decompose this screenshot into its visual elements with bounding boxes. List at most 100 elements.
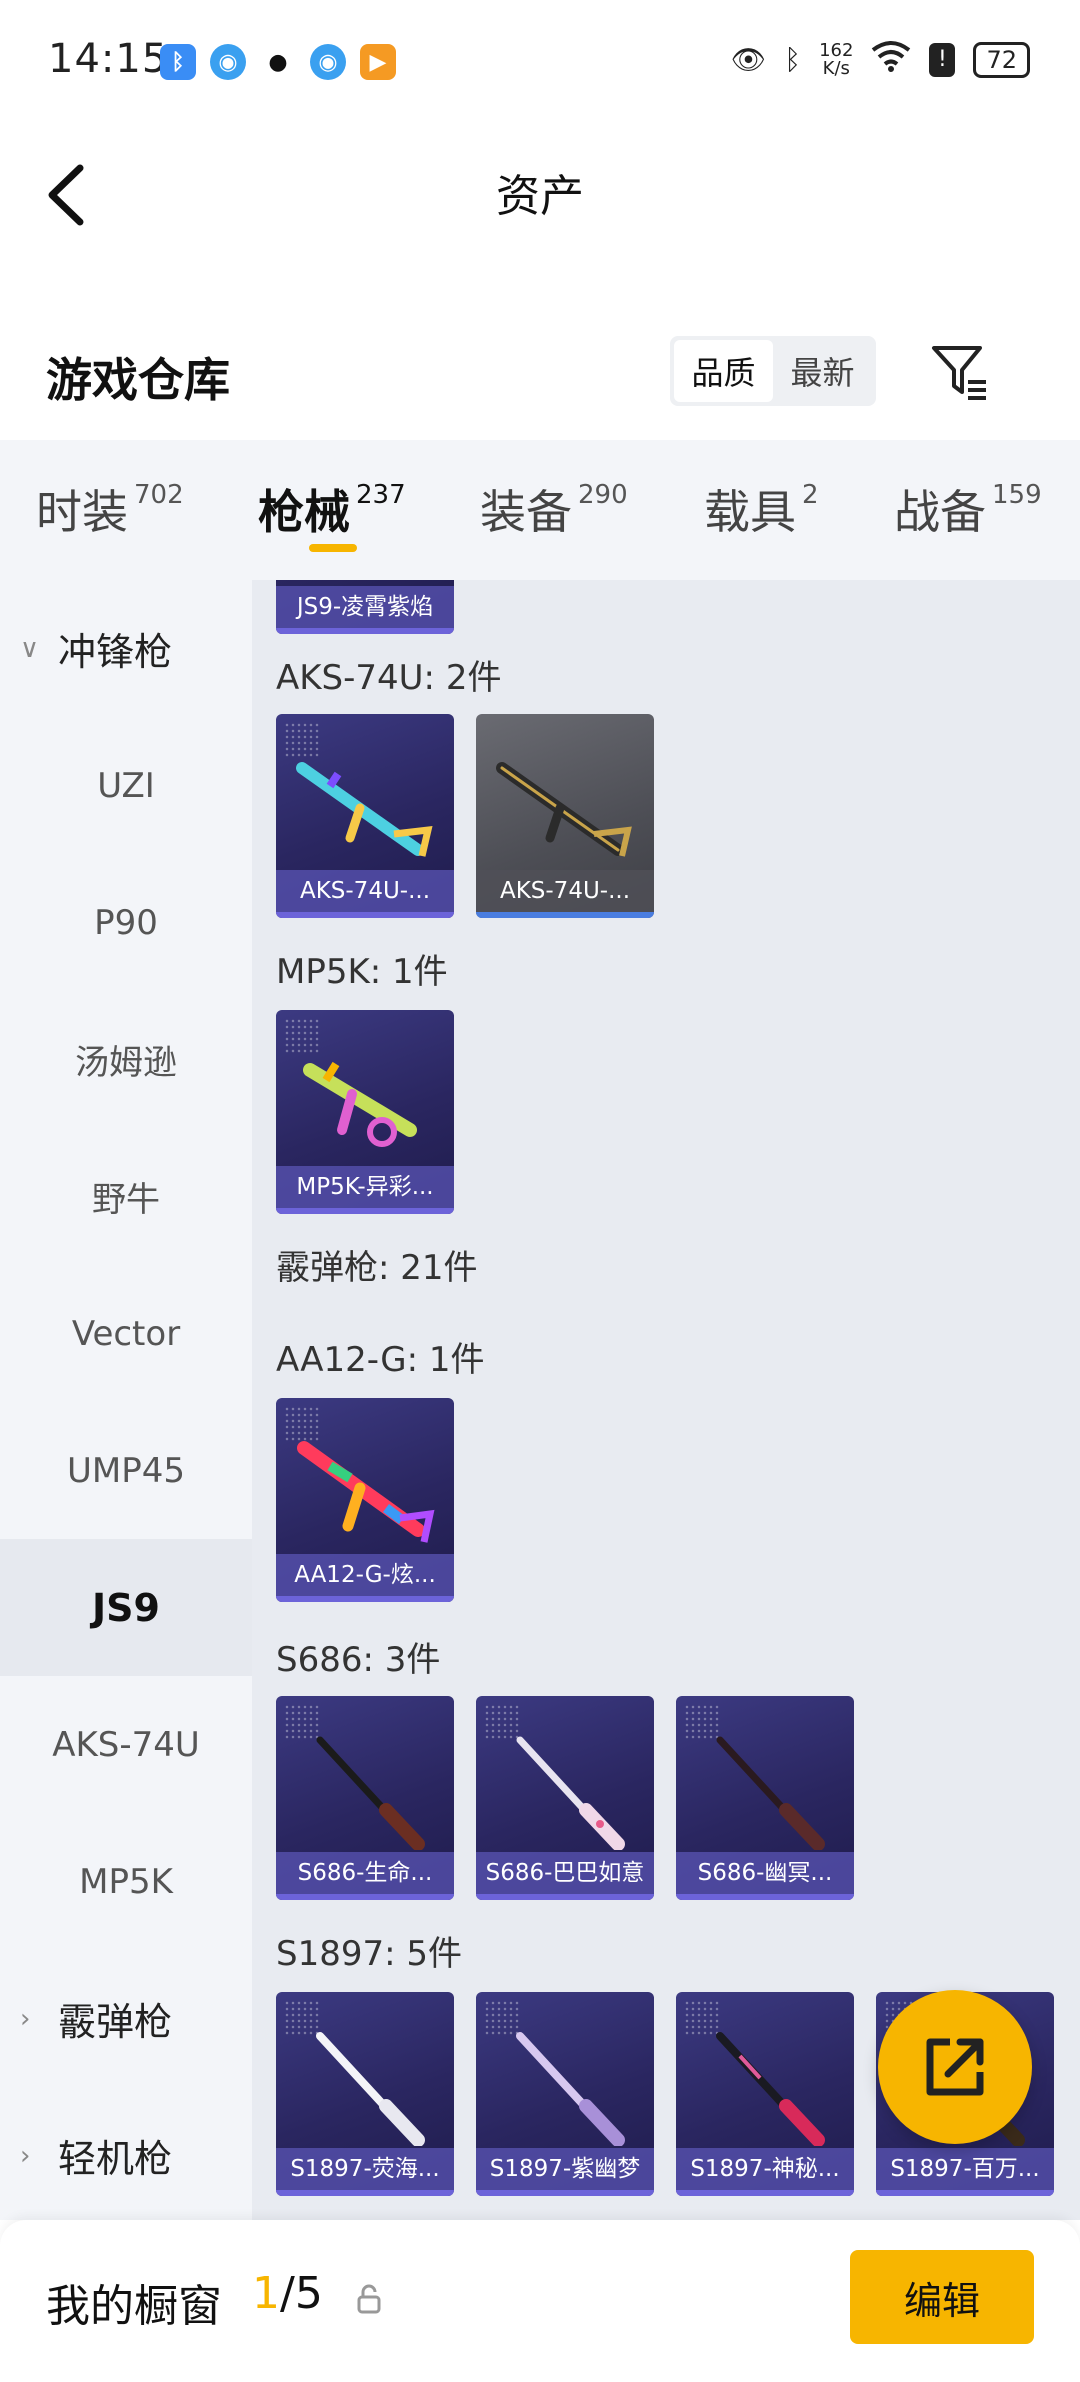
active-tab-indicator [309, 544, 357, 552]
sidebar-group-lmg[interactable]: › 轻机枪 [0, 2087, 252, 2224]
sidebar-item-js9[interactable]: JS9 [0, 1539, 252, 1676]
weapon-card[interactable]: MP5K-异彩... [276, 1010, 454, 1214]
sort-newest-button[interactable]: 最新 [773, 340, 872, 402]
sidebar-group-smg[interactable]: ∨ 冲锋枪 [0, 580, 252, 717]
section-label-aa12: AA12-G: 1件 [276, 1340, 485, 1380]
weapon-card[interactable]: AA12-G-炫... [276, 1398, 454, 1602]
rarity-bar [276, 1596, 454, 1602]
bluetooth-app-icon: ᛒ [160, 44, 196, 80]
showcase-count: 1/5 [252, 2268, 323, 2319]
status-time: 14:15 [48, 36, 169, 82]
filter-icon [932, 346, 986, 400]
rifle-icon [496, 762, 632, 857]
rarity-bar [476, 912, 654, 918]
weapon-card-label: S1897-荧海... [276, 2148, 454, 2190]
tab-guns[interactable]: 枪械 237 [258, 476, 406, 542]
weapon-card-label: JS9-凌霄紫焰 [276, 586, 454, 628]
sidebar-item-thompson[interactable]: 汤姆逊 [0, 991, 252, 1128]
filter-button[interactable] [928, 340, 992, 404]
edit-button[interactable]: 编辑 [850, 2250, 1034, 2344]
weapon-card-label: S1897-紫幽梦 [476, 2148, 654, 2190]
shotgun-icon [316, 1736, 425, 1850]
tab-equipment[interactable]: 装备 290 [480, 476, 628, 542]
lock-icon [357, 2284, 381, 2314]
sidebar-item-mp5k[interactable]: MP5K [0, 1813, 252, 1950]
weapon-card-label: MP5K-异彩... [276, 1166, 454, 1208]
weapon-card[interactable]: S1897-紫幽梦 [476, 1992, 654, 2196]
weapon-grid: JS9-凌霄紫焰 AKS-74U: 2件 AKS-74U-... AKS-74U… [252, 580, 1080, 2220]
rarity-bar [676, 1894, 854, 1900]
rarity-bar [476, 2190, 654, 2196]
wifi-icon [871, 40, 911, 79]
battery-indicator: 72 [973, 41, 1030, 78]
sidebar-item-bizon[interactable]: 野牛 [0, 1128, 252, 1265]
weapon-sidebar: ∨ 冲锋枪 UZI P90 汤姆逊 野牛 Vector UMP45 JS9 AK… [0, 580, 252, 2220]
weapon-card-label: S686-巴巴如意 [476, 1852, 654, 1894]
section-label-mp5k: MP5K: 1件 [276, 952, 448, 992]
shotgun-icon [716, 2032, 825, 2146]
tab-count: 237 [356, 480, 406, 510]
tab-count: 159 [992, 480, 1042, 510]
tab-label: 载具 [704, 485, 796, 539]
weapon-card[interactable]: AKS-74U-... [476, 714, 654, 918]
chevron-right-icon: › [20, 2003, 31, 2034]
net-speed-unit: K/s [822, 57, 850, 79]
tab-count: 2 [802, 480, 819, 510]
weapon-card[interactable]: JS9-凌霄紫焰 [276, 580, 454, 634]
tab-label: 战备 [894, 485, 986, 539]
weapon-card[interactable]: AKS-74U-... [276, 714, 454, 918]
sidebar-item-vector[interactable]: Vector [0, 1265, 252, 1402]
weapon-card-label: S1897-神秘... [676, 2148, 854, 2190]
sidebar-group-shotgun[interactable]: › 霰弹枪 [0, 1950, 252, 2087]
weapon-card[interactable]: S1897-神秘... [676, 1992, 854, 2196]
warehouse-title: 游戏仓库 [46, 353, 230, 407]
sort-quality-button[interactable]: 品质 [674, 340, 773, 402]
sidebar-item-aks74u[interactable]: AKS-74U [0, 1676, 252, 1813]
rarity-bar [876, 2190, 1054, 2196]
section-label-shotgun-total: 霰弹枪: 21件 [276, 1248, 478, 1288]
chevron-down-icon: ∨ [20, 633, 40, 664]
sidebar-item-uzi[interactable]: UZI [0, 717, 252, 854]
section-label-s686: S686: 3件 [276, 1640, 441, 1680]
sidebar-group-label: 霰弹枪 [58, 2000, 173, 2044]
tab-combat-supplies[interactable]: 战备 159 [894, 476, 1042, 542]
video-app-icon: ▶ [360, 44, 396, 80]
rarity-bar [476, 1894, 654, 1900]
tab-fashion[interactable]: 时装 702 [36, 476, 184, 542]
sort-toggle: 品质 最新 [670, 336, 876, 406]
chevron-right-icon: › [20, 2140, 31, 2171]
tab-label: 时装 [36, 485, 128, 539]
showcase-bar: 我的橱窗 1/5 编辑 [0, 2220, 1080, 2382]
weapon-card[interactable]: S1897-荧海... [276, 1992, 454, 2196]
category-tabs: 时装 702 枪械 237 装备 290 载具 2 战备 159 [0, 440, 1080, 580]
sidebar-item-ump45[interactable]: UMP45 [0, 1402, 252, 1539]
weapon-card[interactable]: S686-巴巴如意 [476, 1696, 654, 1900]
weapon-card-label: S686-幽冥... [676, 1852, 854, 1894]
weapon-card[interactable]: S686-幽冥... [676, 1696, 854, 1900]
rarity-bar [276, 1894, 454, 1900]
rarity-bar [276, 912, 454, 918]
rifle-icon [296, 762, 433, 857]
shotgun-icon [716, 1736, 825, 1850]
browser-icon: ◉ [210, 44, 246, 80]
shotgun-icon [297, 1441, 435, 1543]
browser-icon-2: ◉ [310, 44, 346, 80]
weapon-card[interactable]: S686-生命... [276, 1696, 454, 1900]
rarity-bar [276, 2190, 454, 2196]
weapon-card-label: AKS-74U-... [476, 870, 654, 912]
status-bar: 14:15 ᛒ ◉ ● ◉ ▶ 👁 ᛒ 162 K/s ! 72 [0, 0, 1080, 120]
sidebar-item-p90[interactable]: P90 [0, 854, 252, 991]
shotgun-icon [316, 2032, 425, 2146]
tab-count: 290 [578, 480, 628, 510]
rarity-bar [276, 1208, 454, 1214]
tab-label: 枪械 [258, 485, 350, 539]
sidebar-group-label: 轻机枪 [58, 2137, 173, 2181]
status-indicators: 👁 ᛒ 162 K/s ! 72 [731, 40, 1030, 79]
net-speed: 162 K/s [819, 41, 853, 79]
tab-vehicles[interactable]: 载具 2 [704, 476, 819, 542]
share-fab-button[interactable] [878, 1990, 1032, 2144]
showcase-current: 1 [252, 2268, 280, 2319]
weapon-card-label: AKS-74U-... [276, 870, 454, 912]
rarity-bar [276, 628, 454, 634]
shotgun-icon [516, 1736, 625, 1850]
